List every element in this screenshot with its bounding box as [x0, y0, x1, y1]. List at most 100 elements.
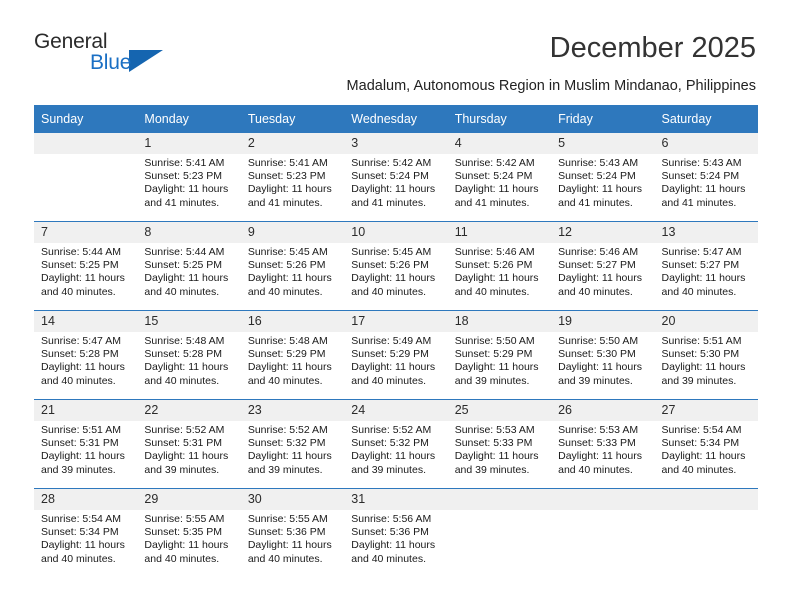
- day-cell[interactable]: [654, 488, 758, 577]
- sunrise-text: Sunrise: 5:45 AM: [351, 246, 432, 258]
- day-cell[interactable]: 10 Sunrise: 5:45 AM Sunset: 5:26 PM Dayl…: [344, 221, 448, 311]
- day-cell[interactable]: 3 Sunrise: 5:42 AM Sunset: 5:24 PM Dayli…: [344, 133, 448, 222]
- daylight-text-line1: Daylight: 11 hours: [351, 450, 436, 463]
- day-details: Sunrise: 5:43 AM Sunset: 5:24 PM Dayligh…: [551, 154, 654, 210]
- day-cell[interactable]: 1 Sunrise: 5:41 AM Sunset: 5:23 PM Dayli…: [137, 133, 241, 222]
- daylight-text-line1: Daylight: 11 hours: [351, 539, 436, 552]
- day-details: Sunrise: 5:54 AM Sunset: 5:34 PM Dayligh…: [655, 421, 758, 477]
- day-cell[interactable]: 20 Sunrise: 5:51 AM Sunset: 5:30 PM Dayl…: [654, 310, 758, 400]
- daylight-text-line2: and 40 minutes.: [661, 285, 737, 298]
- weekday-header-friday: Friday: [551, 105, 655, 133]
- day-number: 3: [344, 133, 448, 154]
- sunset-text: Sunset: 5:31 PM: [144, 437, 223, 450]
- sunset-text: Sunset: 5:29 PM: [351, 348, 429, 361]
- daylight-text-line1: Daylight: 11 hours: [144, 272, 229, 285]
- day-number: 14: [34, 311, 138, 332]
- day-number: 5: [551, 133, 655, 154]
- day-cell[interactable]: 2 Sunrise: 5:41 AM Sunset: 5:23 PM Dayli…: [240, 133, 345, 222]
- daylight-text-line1: Daylight: 11 hours: [144, 450, 229, 463]
- day-details: Sunrise: 5:48 AM Sunset: 5:29 PM Dayligh…: [241, 332, 344, 388]
- day-cell[interactable]: 6 Sunrise: 5:43 AM Sunset: 5:24 PM Dayli…: [654, 133, 758, 222]
- day-cell[interactable]: 31 Sunrise: 5:56 AM Sunset: 5:36 PM Dayl…: [344, 488, 448, 577]
- day-cell[interactable]: 9 Sunrise: 5:45 AM Sunset: 5:26 PM Dayli…: [240, 221, 345, 311]
- logo-text-blue: Blue: [90, 51, 132, 74]
- sunrise-text: Sunrise: 5:42 AM: [454, 157, 535, 169]
- day-number: 28: [34, 489, 138, 510]
- weekday-header-wednesday: Wednesday: [344, 105, 448, 133]
- day-cell[interactable]: 29 Sunrise: 5:55 AM Sunset: 5:35 PM Dayl…: [137, 488, 241, 577]
- day-details: Sunrise: 5:45 AM Sunset: 5:26 PM Dayligh…: [241, 243, 344, 299]
- day-details: Sunrise: 5:53 AM Sunset: 5:33 PM Dayligh…: [551, 421, 654, 477]
- day-cell[interactable]: 23 Sunrise: 5:52 AM Sunset: 5:32 PM Dayl…: [240, 399, 345, 489]
- sunrise-text: Sunrise: 5:52 AM: [351, 424, 432, 436]
- sunrise-text: Sunrise: 5:44 AM: [41, 246, 121, 258]
- day-cell[interactable]: 8 Sunrise: 5:44 AM Sunset: 5:25 PM Dayli…: [137, 221, 241, 311]
- sunset-text: Sunset: 5:27 PM: [558, 259, 636, 272]
- day-number: 4: [447, 133, 552, 154]
- daylight-text-line2: and 40 minutes.: [661, 463, 737, 476]
- day-details: Sunrise: 5:46 AM Sunset: 5:27 PM Dayligh…: [551, 243, 654, 299]
- day-details: Sunrise: 5:49 AM Sunset: 5:29 PM Dayligh…: [344, 332, 447, 388]
- general-blue-logo[interactable]: General Blue: [34, 30, 214, 86]
- day-cell[interactable]: [34, 133, 138, 222]
- daylight-text-line1: Daylight: 11 hours: [144, 361, 229, 374]
- daylight-text-line2: and 39 minutes.: [454, 463, 530, 476]
- sunset-text: Sunset: 5:35 PM: [144, 526, 223, 539]
- day-cell[interactable]: 17 Sunrise: 5:49 AM Sunset: 5:29 PM Dayl…: [344, 310, 448, 400]
- daylight-text-line1: Daylight: 11 hours: [351, 272, 436, 285]
- day-cell[interactable]: [551, 488, 655, 577]
- day-details: Sunrise: 5:52 AM Sunset: 5:32 PM Dayligh…: [344, 421, 447, 477]
- day-details: Sunrise: 5:52 AM Sunset: 5:32 PM Dayligh…: [241, 421, 344, 477]
- calendar-week-row: 7 Sunrise: 5:44 AM Sunset: 5:25 PM Dayli…: [34, 221, 758, 311]
- day-cell[interactable]: 4 Sunrise: 5:42 AM Sunset: 5:24 PM Dayli…: [447, 133, 552, 222]
- day-cell[interactable]: 15 Sunrise: 5:48 AM Sunset: 5:28 PM Dayl…: [137, 310, 241, 400]
- day-cell[interactable]: 28 Sunrise: 5:54 AM Sunset: 5:34 PM Dayl…: [34, 488, 138, 577]
- daylight-text-line2: and 40 minutes.: [144, 552, 220, 565]
- day-cell[interactable]: 25 Sunrise: 5:53 AM Sunset: 5:33 PM Dayl…: [447, 399, 552, 489]
- daylight-text-line2: and 40 minutes.: [41, 374, 116, 387]
- sunset-text: Sunset: 5:25 PM: [144, 259, 223, 272]
- sunrise-text: Sunrise: 5:53 AM: [558, 424, 639, 436]
- day-cell[interactable]: 5 Sunrise: 5:43 AM Sunset: 5:24 PM Dayli…: [551, 133, 655, 222]
- day-number: 1: [137, 133, 241, 154]
- day-cell[interactable]: 27 Sunrise: 5:54 AM Sunset: 5:34 PM Dayl…: [654, 399, 758, 489]
- daylight-text-line2: and 40 minutes.: [41, 552, 116, 565]
- day-cell[interactable]: 19 Sunrise: 5:50 AM Sunset: 5:30 PM Dayl…: [551, 310, 655, 400]
- daylight-text-line2: and 40 minutes.: [144, 374, 220, 387]
- day-cell[interactable]: [447, 488, 552, 577]
- day-cell[interactable]: 22 Sunrise: 5:52 AM Sunset: 5:31 PM Dayl…: [137, 399, 241, 489]
- sunrise-text: Sunrise: 5:51 AM: [661, 335, 742, 347]
- day-number: 29: [137, 489, 241, 510]
- day-cell[interactable]: 24 Sunrise: 5:52 AM Sunset: 5:32 PM Dayl…: [344, 399, 448, 489]
- day-cell[interactable]: 13 Sunrise: 5:47 AM Sunset: 5:27 PM Dayl…: [654, 221, 758, 311]
- day-cell[interactable]: 7 Sunrise: 5:44 AM Sunset: 5:25 PM Dayli…: [34, 221, 138, 311]
- day-cell[interactable]: 16 Sunrise: 5:48 AM Sunset: 5:29 PM Dayl…: [240, 310, 345, 400]
- daylight-text-line2: and 40 minutes.: [558, 463, 633, 476]
- sunset-text: Sunset: 5:33 PM: [558, 437, 636, 450]
- day-cell[interactable]: 12 Sunrise: 5:46 AM Sunset: 5:27 PM Dayl…: [551, 221, 655, 311]
- daylight-text-line1: Daylight: 11 hours: [247, 361, 332, 374]
- day-number: 17: [344, 311, 448, 332]
- day-cell[interactable]: 26 Sunrise: 5:53 AM Sunset: 5:33 PM Dayl…: [551, 399, 655, 489]
- daylight-text-line2: and 40 minutes.: [41, 285, 116, 298]
- daylight-text-line1: Daylight: 11 hours: [247, 272, 332, 285]
- sunset-text: Sunset: 5:26 PM: [454, 259, 533, 272]
- daylight-text-line1: Daylight: 11 hours: [454, 361, 539, 374]
- daylight-text-line1: Daylight: 11 hours: [247, 450, 332, 463]
- day-cell[interactable]: 14 Sunrise: 5:47 AM Sunset: 5:28 PM Dayl…: [34, 310, 138, 400]
- day-number: 10: [344, 222, 448, 243]
- day-details: Sunrise: 5:42 AM Sunset: 5:24 PM Dayligh…: [344, 154, 447, 210]
- sunset-text: Sunset: 5:26 PM: [247, 259, 326, 272]
- day-cell[interactable]: 21 Sunrise: 5:51 AM Sunset: 5:31 PM Dayl…: [34, 399, 138, 489]
- day-details: Sunrise: 5:52 AM Sunset: 5:31 PM Dayligh…: [137, 421, 240, 477]
- day-cell[interactable]: 11 Sunrise: 5:46 AM Sunset: 5:26 PM Dayl…: [447, 221, 552, 311]
- daylight-text-line2: and 40 minutes.: [351, 552, 426, 565]
- sunset-text: Sunset: 5:23 PM: [144, 170, 223, 183]
- day-cell[interactable]: 30 Sunrise: 5:55 AM Sunset: 5:36 PM Dayl…: [240, 488, 345, 577]
- day-details: Sunrise: 5:53 AM Sunset: 5:33 PM Dayligh…: [448, 421, 551, 477]
- day-number: 23: [240, 400, 345, 421]
- day-details: Sunrise: 5:56 AM Sunset: 5:36 PM Dayligh…: [344, 510, 447, 566]
- day-cell[interactable]: 18 Sunrise: 5:50 AM Sunset: 5:29 PM Dayl…: [447, 310, 552, 400]
- sunrise-text: Sunrise: 5:49 AM: [351, 335, 432, 347]
- sunrise-text: Sunrise: 5:46 AM: [558, 246, 639, 258]
